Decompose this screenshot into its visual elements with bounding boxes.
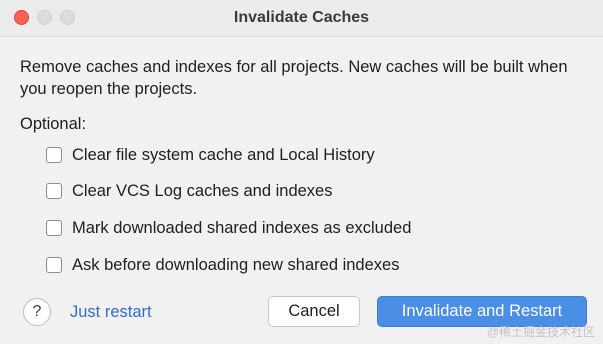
help-icon: ? (32, 303, 42, 320)
just-restart-link[interactable]: Just restart (70, 303, 152, 322)
checkbox[interactable] (46, 183, 62, 199)
invalidate-and-restart-label: Invalidate and Restart (401, 302, 563, 320)
checkbox[interactable] (46, 147, 62, 163)
option-label: Clear VCS Log caches and indexes (72, 181, 333, 200)
invalidate-caches-dialog: Invalidate Caches Remove caches and inde… (0, 0, 603, 344)
dialog-title: Invalidate Caches (233, 9, 370, 26)
option-ask-before-downloading[interactable]: Ask before downloading new shared indexe… (46, 255, 399, 275)
option-label: Clear file system cache and Local Histor… (72, 145, 375, 164)
option-clear-vcs-log-caches[interactable]: Clear VCS Log caches and indexes (46, 181, 333, 201)
dialog-message: Remove caches and indexes for all projec… (20, 58, 568, 98)
watermark: @稀土掘金技术社区 (486, 325, 595, 339)
cancel-button[interactable]: Cancel (268, 296, 360, 327)
optional-label: Optional: (20, 115, 87, 133)
help-button[interactable]: ? (23, 298, 51, 326)
cancel-button-label: Cancel (288, 302, 340, 320)
option-label: Mark downloaded shared indexes as exclud… (72, 218, 412, 237)
option-clear-file-system-cache[interactable]: Clear file system cache and Local Histor… (46, 145, 375, 165)
option-label: Ask before downloading new shared indexe… (72, 255, 400, 274)
option-mark-shared-indexes-excluded[interactable]: Mark downloaded shared indexes as exclud… (46, 218, 411, 238)
checkbox[interactable] (46, 257, 62, 273)
checkbox[interactable] (46, 220, 62, 236)
title-bar: Invalidate Caches (0, 0, 603, 37)
